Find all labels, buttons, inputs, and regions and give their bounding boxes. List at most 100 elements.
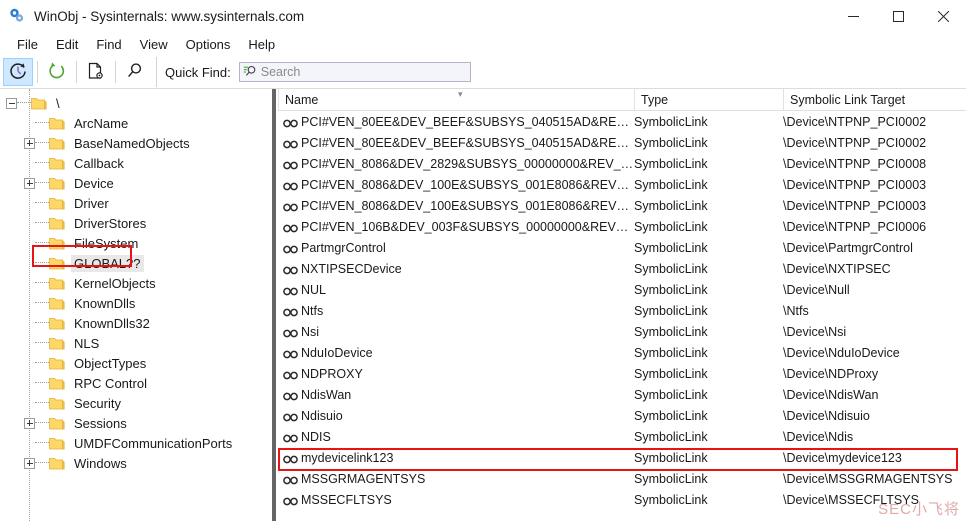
column-header-type[interactable]: Type [634,89,783,110]
object-tree[interactable]: \ ArcName BaseNamedObjects Callback Device Dr… [0,89,270,521]
tree-item-kernelobjects[interactable]: KernelObjects [0,273,270,293]
properties-button[interactable] [81,58,111,86]
column-header-name[interactable]: Name [278,89,634,110]
symlink-icon [283,201,298,212]
tree-connector [35,262,49,264]
list-cell-type: SymbolicLink [634,114,708,129]
list-row[interactable]: PCI#VEN_8086&DEV_100E&SUBSYS_001E8086&RE… [278,195,966,216]
tree-connector [35,282,49,284]
symlink-icon [283,390,298,401]
menu-item-file[interactable]: File [8,34,47,55]
list-row[interactable]: PCI#VEN_80EE&DEV_BEEF&SUBSYS_040515AD&RE… [278,132,966,153]
list-row[interactable]: NUL SymbolicLink \Device\Null [278,279,966,300]
list-cell-name: Ndisuio [278,409,634,423]
minimize-icon[interactable] [831,0,876,32]
tree-item-rpc-control[interactable]: RPC Control [0,373,270,393]
list-cell-name: MSSGRMAGENTSYS [278,472,634,486]
tree-item-label: Sessions [74,415,127,431]
list-row[interactable]: PCI#VEN_106B&DEV_003F&SUBSYS_00000000&RE… [278,216,966,237]
menu-item-find[interactable]: Find [87,34,130,55]
tree-item-callback[interactable]: Callback [0,153,270,173]
list-row[interactable]: NDPROXY SymbolicLink \Device\NDProxy [278,363,966,384]
menu-item-options[interactable]: Options [177,34,240,55]
list-cell-type: SymbolicLink [634,366,708,381]
symlink-icon [283,453,298,464]
list-row[interactable]: MSSGRMAGENTSYS SymbolicLink \Device\MSSGRM… [278,468,966,489]
list-row[interactable]: Ntfs SymbolicLink \Ntfs [278,300,966,321]
tree-item-knowndlls32[interactable]: KnownDlls32 [0,313,270,333]
list-cell-name: mydevicelink123 [278,451,634,465]
menu-item-view[interactable]: View [131,34,177,55]
list-cell-name-text: MSSECFLTSYS [301,492,392,507]
list-cell-name-text: mydevicelink123 [301,450,394,465]
tree-item-umdfcommunicationports[interactable]: UMDFCommunicationPorts [0,433,270,453]
refresh-button[interactable] [42,58,72,86]
tree-item-driver[interactable]: Driver [0,193,270,213]
list-cell-target: \Device\NTPNP_PCI0003 [783,198,927,213]
tree-item-objecttypes[interactable]: ObjectTypes [0,353,270,373]
tree-item-[interactable]: \ [0,93,270,113]
expand-icon[interactable] [24,177,35,189]
tree-item-label: Security [74,395,121,411]
list-row[interactable]: PCI#VEN_8086&DEV_2829&SUBSYS_00000000&RE… [278,153,966,174]
window-title: WinObj - Sysinternals: www.sysinternals.… [34,8,305,24]
list-cell-name: NXTIPSECDevice [278,262,634,276]
symlink-icon [283,138,298,149]
winobj-icon [8,7,26,25]
list-cell-type: SymbolicLink [634,429,708,444]
expand-icon[interactable] [24,457,35,469]
list-row[interactable]: NduIoDevice SymbolicLink \Device\NduIoDevi… [278,342,966,363]
tree-connector [17,102,31,104]
column-header-symbolic-link-target[interactable]: Symbolic Link Target [783,89,966,110]
list-cell-name-text: Nsi [301,324,320,339]
tree-item-knowndlls[interactable]: KnownDlls [0,293,270,313]
tree-item-driverstores[interactable]: DriverStores [0,213,270,233]
tree-item-filesystem[interactable]: FileSystem [0,233,270,253]
tree-item-basenamedobjects[interactable]: BaseNamedObjects [0,133,270,153]
tree-item-security[interactable]: Security [0,393,270,413]
tree-item-arcname[interactable]: ArcName [0,113,270,133]
find-button[interactable] [120,58,150,86]
list-cell-target: \Device\NTPNP_PCI0003 [783,177,927,192]
tree-item-windows[interactable]: Windows [0,453,270,473]
list-row[interactable]: Ndisuio SymbolicLink \Device\Ndisuio [278,405,966,426]
collapse-icon[interactable] [6,97,17,109]
list-cell-name: NDPROXY [278,367,634,381]
list-row[interactable]: Nsi SymbolicLink \Device\Nsi [278,321,966,342]
tree-item-label: Windows [74,455,127,471]
list-cell-type: SymbolicLink [634,303,708,318]
folder-icon [49,137,65,150]
list-row[interactable]: NdisWan SymbolicLink \Device\NdisWan [278,384,966,405]
list-cell-type: SymbolicLink [634,219,708,234]
expand-icon[interactable] [24,417,35,429]
list-row[interactable]: NXTIPSECDevice SymbolicLink \Device\NXTIPS… [278,258,966,279]
close-icon[interactable] [921,0,966,32]
tree-item-sessions[interactable]: Sessions [0,413,270,433]
menu-item-help[interactable]: Help [239,34,284,55]
folder-icon [49,157,65,170]
tree-connector [35,362,49,364]
tree-item-label: \ [56,95,60,111]
refresh-history-button[interactable] [3,58,33,86]
search-input[interactable]: Search [238,62,471,82]
tree-item-nls[interactable]: NLS [0,333,270,353]
list-header: Name Type Symbolic Link Target ▾ [278,89,966,111]
tree-item-label: NLS [74,335,100,351]
list-cell-name-text: NduIoDevice [301,345,373,360]
list-row[interactable]: PCI#VEN_8086&DEV_100E&SUBSYS_001E8086&RE… [278,174,966,195]
menu-item-edit[interactable]: Edit [47,34,87,55]
maximize-icon[interactable] [876,0,921,32]
list-cell-target: \Device\NduIoDevice [783,345,900,360]
list-cell-name: NUL [278,283,634,297]
list-cell-name-text: PCI#VEN_8086&DEV_100E&SUBSYS_001E8086&RE… [301,177,634,192]
list-row[interactable]: MSSECFLTSYS SymbolicLink \Device\MSSECFLTS… [278,489,966,510]
tree-item-device[interactable]: Device [0,173,270,193]
expand-icon[interactable] [24,137,35,149]
list-row[interactable]: mydevicelink123 SymbolicLink \Device\mydev… [278,447,966,468]
list-row[interactable]: NDIS SymbolicLink \Device\Ndis [278,426,966,447]
tree-item-label: KnownDlls32 [74,315,150,331]
pane-splitter[interactable] [270,89,278,521]
list-row[interactable]: PartmgrControl SymbolicLink \Device\Partmg… [278,237,966,258]
tree-item-global[interactable]: GLOBAL?? [0,253,270,273]
list-row[interactable]: PCI#VEN_80EE&DEV_BEEF&SUBSYS_040515AD&RE… [278,111,966,132]
